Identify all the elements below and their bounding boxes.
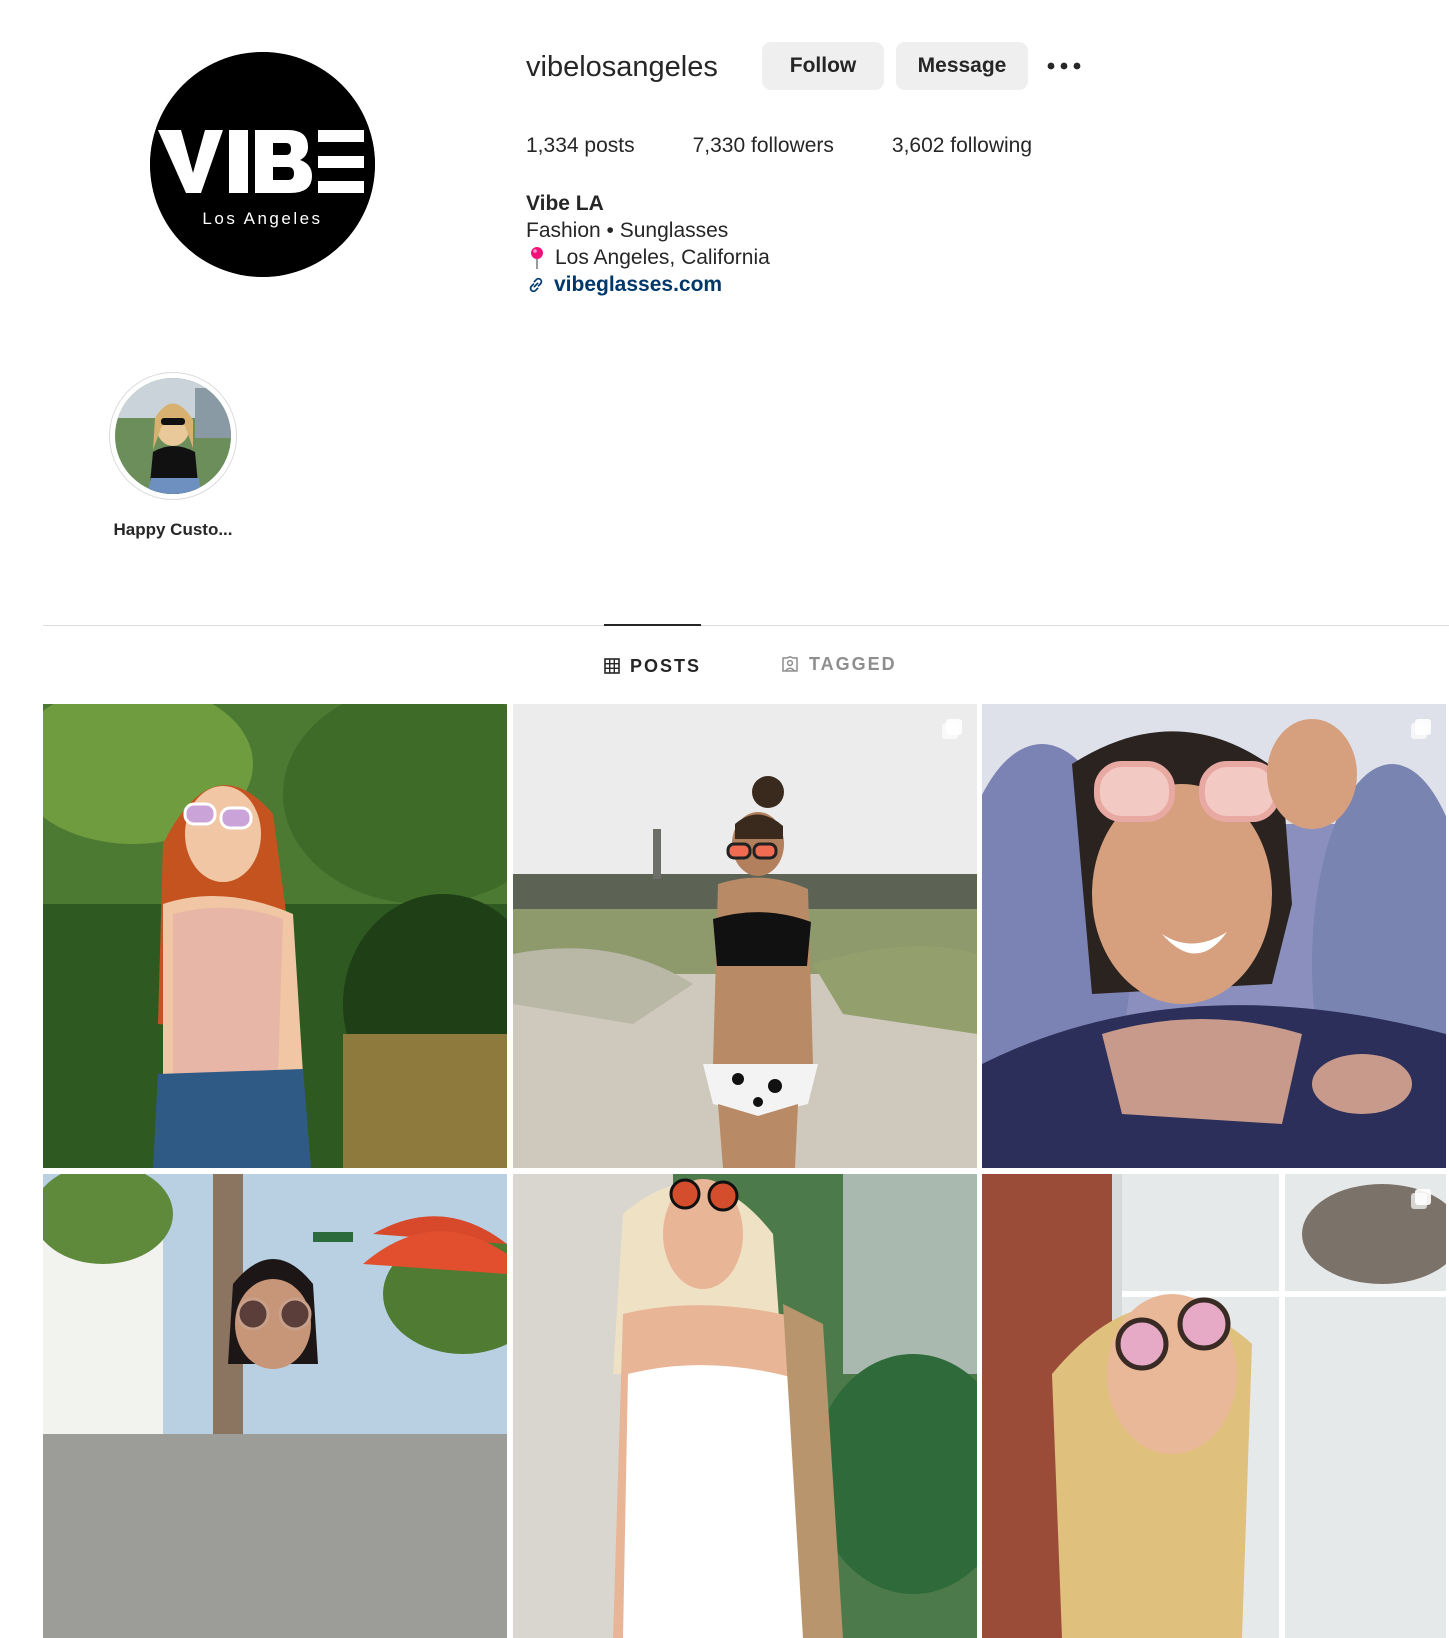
following-label: following (950, 134, 1033, 157)
profile-avatar[interactable]: Los Angeles (150, 52, 375, 277)
post-tile[interactable] (982, 704, 1446, 1168)
vibe-logo: Los Angeles (150, 52, 375, 277)
profile-website: vibeglasses.com (526, 271, 770, 298)
followers-count[interactable]: 7,330 followers (693, 134, 834, 158)
profile-bio: Vibe LA Fashion • Sunglasses Los Angeles… (526, 190, 770, 298)
post-tile[interactable] (43, 704, 507, 1168)
multiple-posts-icon (1411, 1189, 1431, 1209)
tab-tagged-label: TAGGED (809, 653, 897, 674)
follow-button[interactable]: Follow (762, 42, 884, 90)
post-tile[interactable] (982, 1174, 1446, 1638)
profile-location: Los Angeles, California (526, 244, 770, 271)
post-tile[interactable] (43, 1174, 507, 1638)
pin-icon (531, 246, 543, 269)
highlight-ring (109, 372, 237, 500)
post-image (512, 1174, 977, 1638)
message-button[interactable]: Message (896, 42, 1028, 90)
post-image (982, 704, 1446, 1168)
posts-grid (43, 704, 1446, 1638)
post-tile[interactable] (512, 704, 977, 1168)
highlight-thumbnail (115, 378, 231, 494)
followers-label: followers (751, 134, 834, 157)
tab-posts-label: POSTS (630, 655, 702, 676)
more-options-icon[interactable] (1044, 54, 1084, 78)
profile-display-name: Vibe LA (526, 192, 604, 215)
multiple-posts-icon (1411, 719, 1431, 739)
profile-username: vibelosangeles (526, 51, 718, 83)
post-tile[interactable] (512, 1174, 977, 1638)
tabs-divider (43, 625, 1449, 626)
post-image (43, 704, 507, 1168)
multiple-posts-icon (941, 719, 962, 739)
story-highlight[interactable]: Happy Custo... (100, 372, 246, 540)
profile-stats: 1,334 posts 7,330 followers 3,602 follow… (526, 134, 1090, 158)
following-count[interactable]: 3,602 following (892, 134, 1032, 158)
link-icon (529, 277, 543, 292)
tagged-icon (782, 656, 798, 672)
tab-tagged[interactable]: TAGGED (781, 624, 897, 704)
followers-number: 7,330 (692, 134, 746, 157)
logo-subtext: Los Angeles (202, 209, 322, 228)
location-text: Los Angeles, California (555, 246, 770, 269)
posts-label: posts (584, 134, 635, 157)
post-image (982, 1174, 1446, 1638)
highlight-label: Happy Custo... (113, 520, 233, 539)
grid-icon (604, 658, 620, 674)
post-image (43, 1174, 507, 1638)
following-number: 3,602 (891, 134, 945, 157)
website-link[interactable]: vibeglasses.com (554, 271, 722, 298)
posts-number: 1,334 (526, 134, 579, 157)
tab-posts[interactable]: POSTS (604, 624, 702, 706)
post-image (512, 704, 977, 1168)
posts-count: 1,334 posts (526, 134, 635, 158)
profile-category: Fashion • Sunglasses (526, 219, 729, 242)
